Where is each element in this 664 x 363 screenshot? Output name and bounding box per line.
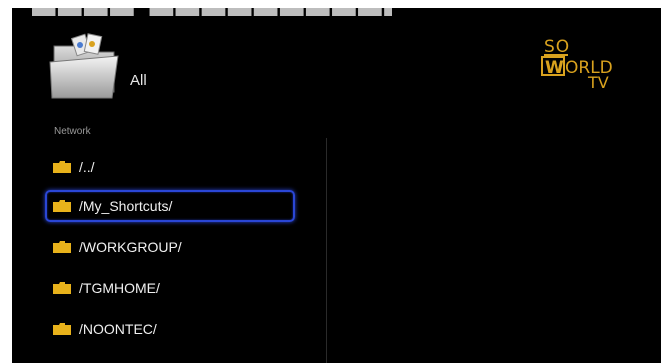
logo-initial: W: [545, 58, 564, 78]
list-item-label: /WORKGROUP/: [79, 239, 182, 255]
page-title: All: [130, 72, 147, 89]
soworld-tv-logo: SO W ORLD TV: [541, 37, 613, 90]
folder-icon: [53, 241, 71, 253]
clipped-top-text: ████ ███████████: [32, 8, 392, 16]
list-item-selected[interactable]: /My_Shortcuts/: [45, 190, 295, 222]
folder-icon: [49, 33, 119, 99]
folder-icon: [53, 200, 71, 212]
list-item[interactable]: /TGMHOME/: [45, 270, 295, 306]
list-item-label: /NOONTEC/: [79, 321, 157, 337]
list-item-label: /../: [79, 159, 95, 175]
list-item[interactable]: /WORKGROUP/: [45, 229, 295, 265]
list-item-label: /TGMHOME/: [79, 280, 160, 296]
list-item-label: /My_Shortcuts/: [79, 198, 173, 214]
logo-line-3: TV: [587, 73, 609, 90]
folder-list: /../ /My_Shortcuts/ /WORKGROUP/ /TGMHOME…: [45, 149, 295, 352]
list-item[interactable]: /NOONTEC/: [45, 311, 295, 347]
panel-divider: [326, 138, 327, 363]
folder-icon: [53, 323, 71, 335]
list-item[interactable]: /../: [45, 149, 295, 185]
folder-icon: [53, 161, 71, 173]
media-browser-screen: ████ ███████████ All SO W ORLD TV Networ…: [12, 8, 661, 363]
section-label: Network: [54, 126, 91, 137]
folder-icon: [53, 282, 71, 294]
